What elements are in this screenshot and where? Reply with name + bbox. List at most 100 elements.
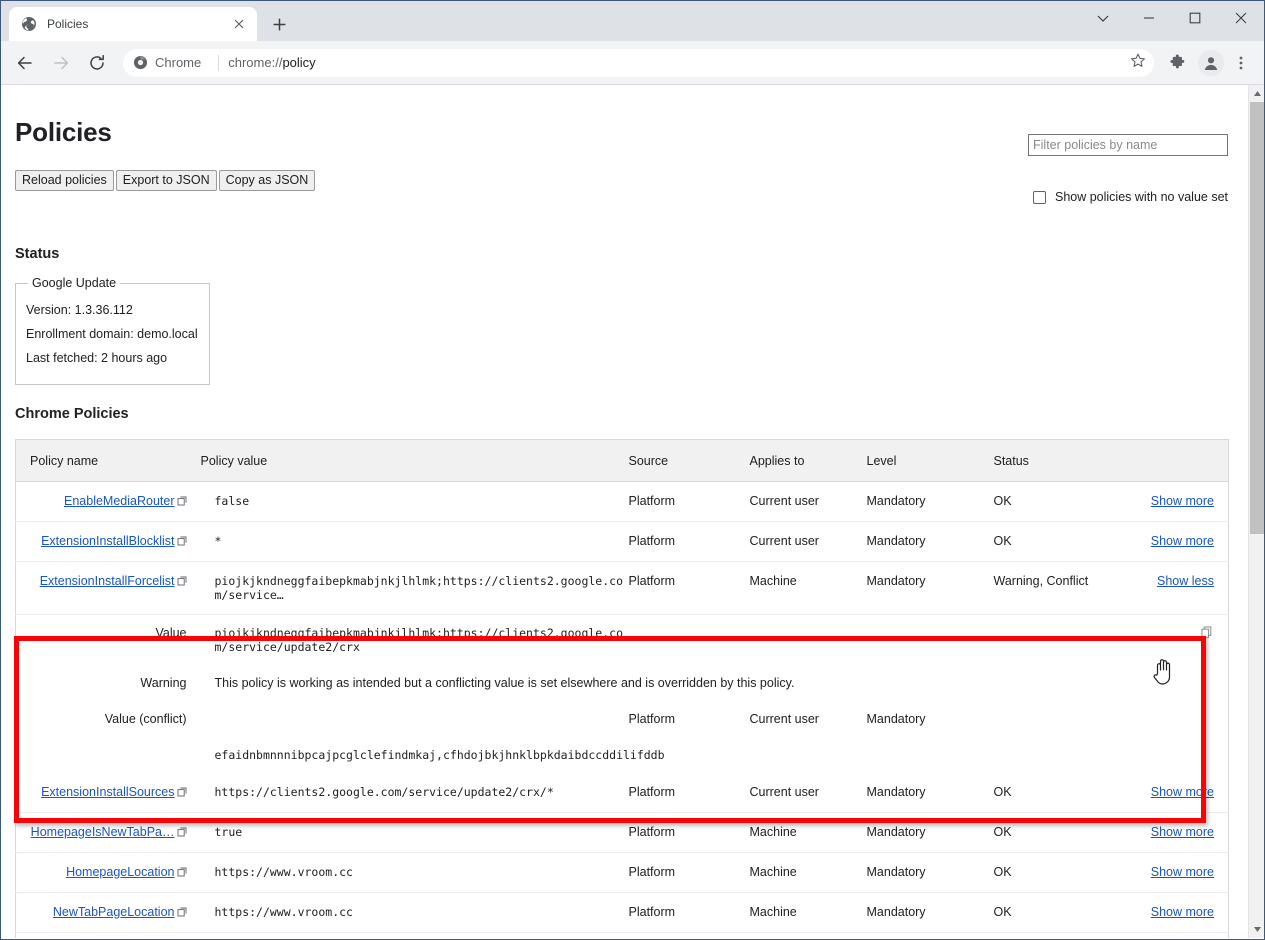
policy-applies-to-cell: Current user xyxy=(750,522,867,562)
policy-value-cell: https://www.vroom.cc xyxy=(201,893,629,933)
show-less-link[interactable]: Show less xyxy=(1157,574,1214,588)
policy-source-cell: Platform xyxy=(629,853,750,893)
chrome-badge: Chrome xyxy=(133,55,201,70)
detail-conflict-spacer xyxy=(201,701,629,737)
window-controls xyxy=(1080,1,1264,35)
checkbox-box[interactable] xyxy=(1033,191,1046,204)
avatar-icon[interactable] xyxy=(1198,50,1224,76)
policy-name-cell: HomepageIsNewTabPa… xyxy=(16,813,201,853)
detail-warning-actions xyxy=(1129,665,1229,701)
show-policies-with-no-value-checkbox[interactable]: Show policies with no value set xyxy=(1033,190,1228,204)
show-more-link[interactable]: Show more xyxy=(1151,905,1214,919)
star-icon[interactable] xyxy=(1130,52,1146,73)
status-last-fetched: Last fetched: 2 hours ago xyxy=(26,349,199,368)
table-row: ExtensionInstallSourceshttps://clients2.… xyxy=(16,773,1229,813)
close-icon[interactable] xyxy=(1218,1,1264,35)
scroll-up-arrow-icon[interactable] xyxy=(1249,85,1264,102)
policy-link-extensioninstallsources[interactable]: ExtensionInstallSources xyxy=(41,785,174,799)
reload-icon[interactable] xyxy=(81,47,113,79)
detail-value-text: piojkjkndneggfaibepkmabjnkjlhlmk;https:/… xyxy=(215,626,624,654)
browser-tab-policies[interactable]: Policies xyxy=(9,7,257,41)
show-more-link[interactable]: Show more xyxy=(1151,534,1214,548)
policy-name-cell: ExtensionInstallSources xyxy=(16,773,201,813)
policy-status-cell: OK xyxy=(994,853,1129,893)
policy-link-homepagelocation[interactable]: HomepageLocation xyxy=(66,865,174,879)
copy-icon[interactable] xyxy=(1201,626,1214,642)
policy-link-newtabpagelocation[interactable]: NewTabPageLocation xyxy=(53,905,175,919)
policy-value-cell: true xyxy=(201,813,629,853)
page-viewport: Policies Reload policies Export to JSON … xyxy=(1,85,1264,938)
policy-level-cell: Mandatory xyxy=(867,773,994,813)
policy-link-homepageisnewtabpa[interactable]: HomepageIsNewTabPa… xyxy=(31,825,175,839)
minimize-icon[interactable] xyxy=(1126,1,1172,35)
status-box-legend: Google Update xyxy=(28,276,120,290)
new-tab-button[interactable] xyxy=(265,10,293,38)
detail-label-value-conflict: Value (conflict) xyxy=(16,701,201,737)
copy-as-json-button[interactable]: Copy as JSON xyxy=(219,170,316,191)
status-version: Version: 1.3.36.112 xyxy=(26,301,199,320)
policy-level-cell: Mandatory xyxy=(867,562,994,615)
puzzle-icon[interactable] xyxy=(1162,48,1192,78)
three-dot-menu-icon[interactable] xyxy=(1226,48,1256,78)
detail-conflict-actions xyxy=(1129,701,1229,737)
tab-close-icon[interactable] xyxy=(229,14,249,34)
policy-status-cell: OK xyxy=(994,522,1129,562)
header-status: Status xyxy=(994,440,1129,482)
tab-strip: Policies xyxy=(1,1,1264,41)
table-header-row: Policy name Policy value Source Applies … xyxy=(16,440,1229,482)
policy-value-cell: piojkjkndneggfaibepkmabjnkjlhlmk;https:/… xyxy=(201,562,629,615)
tab-search-chevron-icon[interactable] xyxy=(1080,1,1126,35)
policy-applies-to-cell: Machine xyxy=(750,893,867,933)
scroll-down-arrow-icon[interactable] xyxy=(1249,921,1264,938)
header-actions xyxy=(1129,440,1229,482)
address-bar[interactable]: Chrome chrome://policy xyxy=(123,49,1154,77)
chrome-policies-heading: Chrome Policies xyxy=(15,406,1228,422)
browser-window: Policies xyxy=(0,0,1265,940)
action-button-bar: Reload policies Export to JSON Copy as J… xyxy=(15,170,1228,191)
policy-link-enablemediarouter[interactable]: EnableMediaRouter xyxy=(64,494,175,508)
policy-applies-to-cell: Current user xyxy=(750,482,867,522)
detail-spacer-1 xyxy=(629,615,750,666)
policy-applies-to-cell: Current user xyxy=(750,933,867,939)
policy-toggle-cell: Show more xyxy=(1129,853,1229,893)
back-arrow-icon[interactable] xyxy=(9,47,41,79)
chrome-badge-label: Chrome xyxy=(155,55,201,70)
table-row: HomepageIsNewTabPa…truePlatformMachineMa… xyxy=(16,813,1229,853)
policies-table: Policy name Policy value Source Applies … xyxy=(15,439,1229,938)
show-more-link[interactable]: Show more xyxy=(1151,785,1214,799)
tab-title: Policies xyxy=(47,17,229,31)
header-applies-to: Applies to xyxy=(750,440,867,482)
export-to-json-button[interactable]: Export to JSON xyxy=(116,170,217,191)
policy-status-cell: OK xyxy=(994,813,1129,853)
policy-value-cell: https://www.vroom.cc xyxy=(201,853,629,893)
page-scrollbar[interactable] xyxy=(1248,85,1264,938)
policies-page-content: Policies Reload policies Export to JSON … xyxy=(1,85,1242,938)
globe-icon xyxy=(21,16,37,32)
policy-value-cell: true xyxy=(201,933,629,939)
table-row: ExtensionInstallBlocklist *PlatformCurren… xyxy=(16,522,1229,562)
reload-policies-button[interactable]: Reload policies xyxy=(15,170,114,191)
detail-copy-cell xyxy=(1129,615,1229,666)
policy-source-cell: Platform xyxy=(629,522,750,562)
policy-source-cell: Platform xyxy=(629,893,750,933)
policy-status-cell: OK xyxy=(994,893,1129,933)
policy-link-extensioninstallforcelist[interactable]: ExtensionInstallForcelist xyxy=(40,574,175,588)
filter-input[interactable] xyxy=(1028,134,1228,156)
table-row: PasswordLeakDetectio…truePlatformCurrent… xyxy=(16,933,1229,939)
policy-status-cell: OK xyxy=(994,773,1129,813)
policy-applies-to-cell: Current user xyxy=(750,773,867,813)
policy-source-cell: Platform xyxy=(629,773,750,813)
policy-source-cell: Platform xyxy=(629,933,750,939)
policy-applies-to-cell: Machine xyxy=(750,813,867,853)
scrollbar-thumb[interactable] xyxy=(1250,102,1264,534)
policy-source-cell: Platform xyxy=(629,482,750,522)
show-more-link[interactable]: Show more xyxy=(1151,494,1214,508)
policy-value-cell: * xyxy=(201,522,629,562)
omnibox-divider xyxy=(218,55,219,71)
maximize-icon[interactable] xyxy=(1172,1,1218,35)
show-more-link[interactable]: Show more xyxy=(1151,865,1214,879)
header-policy-value: Policy value xyxy=(201,440,629,482)
policy-toggle-cell: Show more xyxy=(1129,813,1229,853)
policy-link-extensioninstallblocklist[interactable]: ExtensionInstallBlocklist xyxy=(41,534,174,548)
show-more-link[interactable]: Show more xyxy=(1151,825,1214,839)
